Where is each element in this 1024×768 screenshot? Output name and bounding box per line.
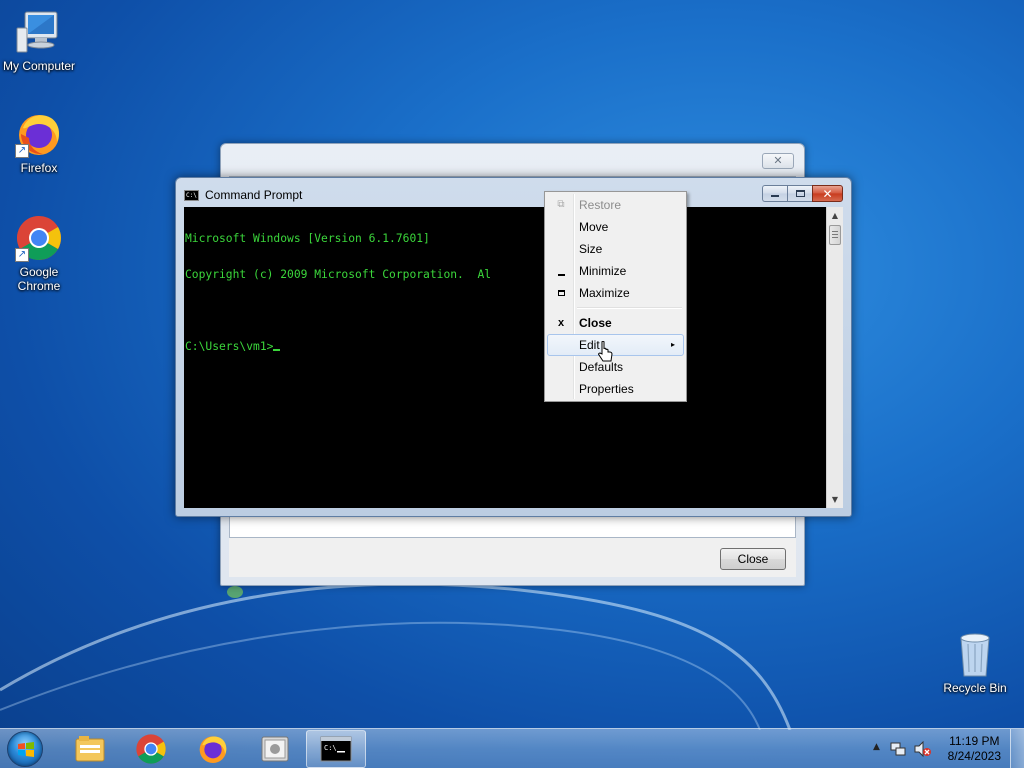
scrollbar-thumb[interactable] xyxy=(829,225,841,245)
clock-date: 8/24/2023 xyxy=(947,749,1001,763)
desktop-icon-firefox[interactable]: ↗ Firefox xyxy=(0,110,78,175)
network-icon[interactable] xyxy=(890,741,906,760)
menu-item-label: Edit xyxy=(579,338,600,352)
desktop-icon-my-computer[interactable]: My Computer xyxy=(0,8,78,73)
desktop-icon-google-chrome[interactable]: ↗ Google Chrome xyxy=(0,214,78,293)
minimize-button[interactable] xyxy=(762,185,787,202)
dialog-close-button[interactable]: Close xyxy=(720,548,786,570)
caption-buttons: ✕ xyxy=(762,185,843,202)
clock-time: 11:19 PM xyxy=(949,734,1000,748)
cmd-app-icon[interactable]: C:\ xyxy=(184,189,199,201)
console-line: Microsoft Windows [Version 6.1.7601] xyxy=(185,232,430,245)
explorer-icon xyxy=(75,736,105,762)
close-icon: ✕ xyxy=(822,186,833,201)
computer-icon xyxy=(15,8,63,56)
volume-muted-icon[interactable] xyxy=(914,740,932,760)
menu-item-label: Properties xyxy=(579,382,634,396)
desktop-icon-recycle-bin[interactable]: Recycle Bin xyxy=(936,630,1014,695)
text-cursor xyxy=(273,349,281,351)
dialog-close-x-button[interactable]: ✕ xyxy=(762,153,794,169)
menu-item-maximize[interactable]: Maximize xyxy=(547,282,684,304)
svg-text:C:\: C:\ xyxy=(324,744,337,752)
desktop-icon-label: Google Chrome xyxy=(17,265,61,293)
desktop-icon-label: Recycle Bin xyxy=(943,681,1007,695)
start-button[interactable] xyxy=(7,731,43,767)
scroll-up-arrow-icon[interactable]: ▲ xyxy=(827,207,843,224)
taskbar-disk-utility-button[interactable] xyxy=(245,730,305,768)
command-prompt-window[interactable]: C:\ Command Prompt ✕ Microsoft Windows [… xyxy=(175,177,852,517)
menu-item-label: Close xyxy=(579,316,612,330)
taskbar-chrome-button[interactable] xyxy=(121,730,181,768)
recycle-bin-icon xyxy=(951,630,999,678)
submenu-arrow-icon: ▸ xyxy=(670,340,675,349)
maximize-icon xyxy=(547,282,575,304)
taskbar-explorer-button[interactable] xyxy=(60,730,120,768)
menu-item-properties[interactable]: Properties xyxy=(547,378,684,400)
cmd-icon: C:\ xyxy=(320,736,352,762)
taskbar: C:\ ▲ 11:19 PM 8/24/2023 xyxy=(0,728,1024,768)
taskbar-firefox-button[interactable] xyxy=(183,730,243,768)
maximize-button[interactable] xyxy=(787,185,812,202)
menu-item-minimize[interactable]: Minimize xyxy=(547,260,684,282)
dialog-button-bar: Close xyxy=(229,538,796,577)
menu-item-defaults[interactable]: Defaults xyxy=(547,356,684,378)
menu-item-label: Restore xyxy=(579,198,622,212)
menu-separator xyxy=(547,304,684,312)
firefox-icon: ↗ xyxy=(15,110,63,158)
minimize-icon xyxy=(547,260,575,282)
window-title-bar[interactable]: C:\ Command Prompt xyxy=(184,186,302,204)
restore-icon: ⧉ xyxy=(557,199,565,210)
desktop-icon-label: Firefox xyxy=(20,161,58,175)
firefox-icon xyxy=(199,736,227,763)
vertical-scrollbar[interactable]: ▲ ▼ xyxy=(826,207,843,508)
menu-item-edit[interactable]: Edit ▸ xyxy=(547,334,684,356)
menu-item-restore[interactable]: ⧉ Restore xyxy=(547,194,684,216)
console-prompt-line: C:\Users\vm1> xyxy=(185,341,825,353)
menu-item-label: Minimize xyxy=(579,264,627,278)
show-hidden-icons-chevron-icon[interactable]: ▲ xyxy=(873,742,880,752)
show-desktop-button[interactable] xyxy=(1010,729,1024,768)
scroll-down-arrow-icon[interactable]: ▼ xyxy=(827,491,843,508)
console-output[interactable]: Microsoft Windows [Version 6.1.7601] Cop… xyxy=(184,207,826,508)
console-line: Copyright (c) 2009 Microsoft Corporation… xyxy=(185,268,492,281)
menu-item-close[interactable]: x Close xyxy=(547,312,684,334)
minimize-icon xyxy=(771,195,779,197)
shortcut-arrow-icon: ↗ xyxy=(15,144,29,158)
menu-item-label: Size xyxy=(579,242,603,256)
chrome-icon: ↗ xyxy=(15,214,63,262)
chrome-icon xyxy=(136,734,166,764)
menu-item-label: Maximize xyxy=(579,286,630,300)
taskbar-cmd-button[interactable]: C:\ xyxy=(306,730,366,768)
windows-logo-icon xyxy=(18,742,34,757)
mouse-pointer-icon xyxy=(598,340,614,363)
desktop-icon-label: My Computer xyxy=(2,59,76,73)
taskbar-clock[interactable]: 11:19 PM 8/24/2023 xyxy=(948,734,1001,764)
console-prompt: C:\Users\vm1> xyxy=(185,340,274,353)
close-button[interactable]: ✕ xyxy=(812,185,843,202)
window-title: Command Prompt xyxy=(205,188,303,202)
disk-utility-icon xyxy=(261,736,289,762)
menu-item-move[interactable]: Move xyxy=(547,216,684,238)
close-icon: x xyxy=(557,317,565,329)
menu-item-size[interactable]: Size xyxy=(547,238,684,260)
maximize-icon xyxy=(795,190,805,197)
menu-item-label: Move xyxy=(579,220,609,234)
window-system-menu: ⧉ Restore Move Size Minimize Maximize x … xyxy=(544,191,687,402)
shortcut-arrow-icon: ↗ xyxy=(15,248,29,262)
